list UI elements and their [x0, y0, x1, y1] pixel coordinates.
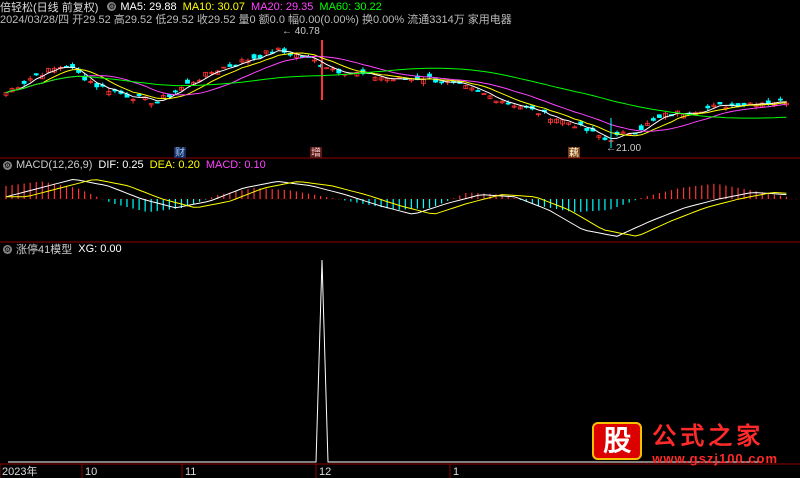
candle-body	[427, 73, 432, 78]
candle-body	[33, 73, 39, 76]
candle-body	[136, 93, 142, 97]
candle-body	[185, 79, 190, 84]
candle-body	[650, 118, 656, 121]
axis-label-dec: 12	[319, 466, 331, 478]
candle-body	[390, 79, 396, 82]
axis-label-oct: 10	[85, 466, 97, 478]
watermark-cn: 公式之家	[652, 422, 765, 450]
candle-body	[638, 125, 644, 131]
candle-body	[439, 81, 445, 84]
kline-chart[interactable]: ← 40.78 ←21.00 财 增 藕 2023年 10 11 12 1	[0, 0, 800, 478]
candle-body	[729, 103, 735, 106]
candle-body	[741, 103, 747, 106]
candle-body	[251, 54, 257, 59]
high-annotation: ← 40.78	[282, 26, 320, 37]
candle-body	[94, 83, 100, 88]
macd-bars	[5, 181, 788, 213]
candles	[3, 40, 789, 143]
axis-label-jan: 1	[453, 466, 459, 478]
candle-body	[505, 102, 511, 105]
event-mark-fin: 财	[175, 146, 185, 159]
candle-body	[154, 101, 160, 104]
event-mark-3: 藕	[569, 147, 579, 159]
ma10-line	[5, 52, 787, 137]
ma-lines	[5, 50, 787, 140]
watermark-url: www.gszj100.com	[652, 451, 778, 466]
candle-body	[227, 64, 233, 67]
candle-body	[765, 100, 771, 104]
macd-dea-line	[6, 179, 787, 237]
axis-label-nov: 11	[185, 466, 196, 478]
candle-body	[602, 137, 608, 140]
candle-body	[657, 114, 662, 118]
ma20-line	[5, 55, 787, 132]
candle-body	[705, 105, 711, 109]
watermark-logo: 股	[592, 422, 643, 460]
candle-body	[584, 127, 590, 131]
axis-label-year: 2023年	[2, 464, 37, 478]
candle-body	[778, 98, 783, 101]
candle-body	[717, 101, 723, 105]
candle-body	[21, 81, 27, 84]
candle-body	[475, 90, 481, 92]
macd-dif-line	[5, 178, 787, 237]
candle-body	[166, 94, 172, 98]
event-mark-add: 增	[311, 146, 321, 159]
ma5-line	[5, 50, 787, 140]
macd-lines	[5, 178, 787, 237]
watermark: 股 公式之家 www.gszj100.com	[592, 416, 778, 466]
candle-body	[172, 90, 178, 93]
